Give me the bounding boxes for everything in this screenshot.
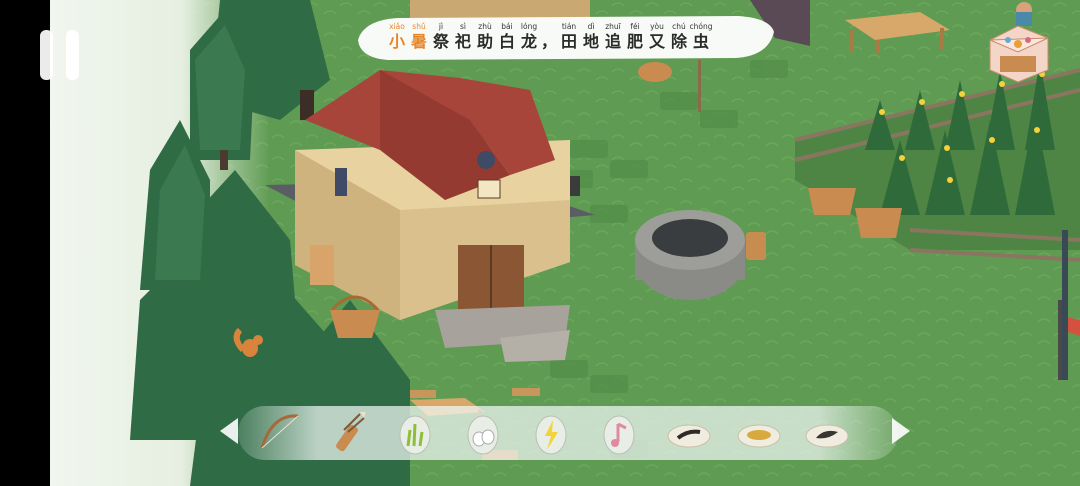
hanzi-label: 虫 (692, 32, 709, 51)
bow-icon (260, 414, 299, 449)
arrow-quiver-icon (336, 412, 366, 452)
subtitle-character: chú 除 (668, 22, 690, 53)
hanzi-label: 白 (498, 32, 515, 51)
subtitle-banner: xiǎo小shǔ暑jì祭sì祀zhù助bái白lóng龙.，tián田dì地zh… (358, 14, 774, 62)
pause-icon (66, 30, 79, 80)
hanzi-label: ， (540, 32, 557, 51)
pinyin-label: zhuī (605, 22, 621, 31)
pinyin-label: lóng (520, 22, 538, 31)
pinyin-label: chóng (689, 22, 713, 31)
pinyin-label: chú (672, 22, 686, 31)
hanzi-label: 追 (604, 32, 621, 51)
subtitle-character: sì 祀 (452, 22, 474, 53)
chevron-right-icon[interactable] (892, 418, 910, 444)
hanzi-label: 小 (388, 32, 405, 51)
hanzi-label: 又 (648, 32, 665, 51)
subtitle-character: shǔ 暑 (408, 22, 430, 53)
feather-plate-icon (805, 424, 849, 448)
subtitle-text: xiǎo小shǔ暑jì祭sì祀zhù助bái白lóng龙.，tián田dì地zh… (386, 22, 713, 53)
subtitle-character: yòu 又 (646, 22, 668, 53)
subtitle-character: chóng 虫 (689, 22, 713, 53)
subtitle-character: féi 肥 (624, 22, 646, 53)
subtitle-character: bái 白 (496, 22, 518, 53)
hanzi-label: 祀 (454, 32, 471, 51)
inventory-slot-feather-plate[interactable] (802, 408, 852, 458)
tool-plate-icon (667, 424, 711, 448)
hanzi-label: 除 (670, 32, 687, 51)
pinyin-label: sì (460, 22, 466, 31)
pole (698, 60, 701, 112)
pinyin-label: zhù (478, 22, 492, 31)
inventory-slot-white-egg[interactable] (458, 408, 508, 458)
subtitle-character: zhuī 追 (602, 22, 624, 53)
pinyin-label: bái (501, 22, 513, 31)
hanzi-label: 暑 (410, 32, 427, 51)
pinyin-label: dì (587, 22, 595, 31)
hanzi-label: 祭 (432, 32, 449, 51)
subtitle-character: lóng 龙 (518, 22, 540, 53)
inventory-slot-grass-egg[interactable] (390, 408, 440, 458)
pinyin-label: shǔ (412, 22, 426, 31)
inventory-slot-music-egg[interactable] (594, 408, 644, 458)
subtitle-character: tián 田 (558, 22, 580, 53)
pinyin-label: jì (438, 22, 444, 31)
small-basket (638, 62, 672, 82)
hanzi-label: 地 (582, 32, 599, 51)
subtitle-character: dì 地 (580, 22, 602, 53)
white-egg-icon (467, 415, 499, 455)
hanzi-label: 田 (560, 32, 577, 51)
inventory-slot-bow[interactable] (254, 408, 304, 458)
collection-box-button[interactable] (978, 0, 1058, 84)
hanzi-label: 助 (476, 32, 493, 51)
inventory-bar (216, 404, 916, 462)
chevron-left-icon[interactable] (220, 418, 238, 444)
lamp-post (1062, 230, 1068, 380)
pinyin-label: yòu (650, 22, 664, 31)
treasure-box-icon (989, 2, 1049, 83)
grass-egg-icon (399, 415, 431, 455)
subtitle-character: zhù 助 (474, 22, 496, 53)
inventory-slot-grain-plate[interactable] (734, 408, 784, 458)
pinyin-label: xiǎo (389, 22, 405, 31)
inventory-slot-lightning-egg[interactable] (526, 408, 576, 458)
subtitle-punctuation: .， (540, 22, 558, 53)
grain-plate-icon (737, 424, 781, 448)
lightning-egg-icon (535, 415, 567, 455)
inventory-slot-quiver[interactable] (322, 408, 372, 458)
pause-icon (40, 30, 53, 80)
pinyin-label: tián (561, 22, 577, 31)
inventory-slot-tool-plate[interactable] (664, 408, 714, 458)
pinyin-label: féi (630, 22, 640, 31)
hanzi-label: 龙 (520, 32, 537, 51)
subtitle-character: xiǎo 小 (386, 22, 408, 53)
pause-button[interactable] (40, 30, 84, 80)
music-egg-icon (603, 415, 635, 455)
subtitle-character: jì 祭 (430, 22, 452, 53)
hanzi-label: 肥 (626, 32, 643, 51)
